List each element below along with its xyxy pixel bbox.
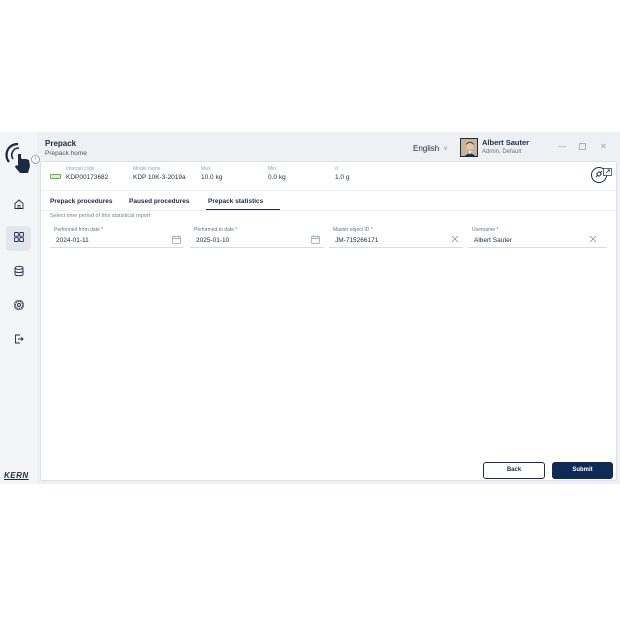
min-label: Min	[268, 166, 277, 172]
device-status-icon	[50, 174, 61, 179]
tab-prepack-procedures[interactable]: Prepack procedures	[50, 198, 113, 205]
field-label: Performed from date *	[54, 227, 104, 233]
sidebar-item-settings[interactable]	[6, 294, 31, 319]
calendar-icon[interactable]	[171, 234, 181, 244]
page-title: Prepack	[45, 139, 77, 148]
chevron-down-icon: ∨	[443, 146, 448, 152]
gear-icon	[13, 298, 25, 316]
model-name-label: Model name	[133, 166, 161, 172]
close-icon[interactable]: ✕	[600, 143, 607, 151]
grid-icon	[13, 230, 25, 248]
internal-code-label: Internal code	[66, 166, 95, 172]
d-label: d	[335, 166, 338, 172]
performed-from-date-field[interactable]: Performed from date * 2024-01-11	[50, 227, 184, 248]
model-name-info: Model name KDP 10K-3-2019a	[133, 166, 186, 181]
user-name: Albert Sauter	[482, 138, 530, 147]
sidebar-item-apps[interactable]	[6, 226, 31, 251]
field-value[interactable]: 2025-01-10	[196, 237, 229, 244]
field-label: Master object ID *	[333, 227, 373, 233]
logout-icon	[13, 332, 25, 350]
field-label: Performed to date *	[194, 227, 238, 233]
kern-logo: KERN	[4, 471, 29, 480]
field-value[interactable]: JM-715266171	[335, 237, 378, 244]
divider	[41, 210, 616, 211]
tab-paused-procedures[interactable]: Paused procedures	[129, 198, 189, 205]
form-hint: Select time period of this statistical r…	[50, 213, 151, 219]
master-object-id-field[interactable]: Master object ID * JM-715266171	[329, 227, 463, 248]
max-label: Max	[201, 166, 211, 172]
performed-to-date-field[interactable]: Performed to date * 2025-01-10	[190, 227, 324, 248]
language-select[interactable]: English ∨	[413, 144, 448, 153]
max-value: 10.0 kg	[201, 174, 223, 181]
tab-prepack-statistics[interactable]: Prepack statistics	[208, 198, 263, 205]
main-panel: Internal code KDP00173682 Model name KDP…	[40, 161, 617, 481]
user-role: Admin, Default	[482, 149, 522, 155]
d-info: d 1.0 g	[335, 166, 349, 181]
maximize-icon[interactable]	[579, 143, 586, 152]
model-name-value: KDP 10K-3-2019a	[133, 174, 186, 181]
sidebar-item-logout[interactable]	[6, 328, 31, 353]
internal-code-info: Internal code KDP00173682	[66, 166, 108, 181]
avatar[interactable]	[460, 138, 478, 157]
max-info: Max 10.0 kg	[201, 166, 222, 181]
divider	[41, 190, 616, 191]
collapse-sidebar-button[interactable]: ›	[31, 155, 40, 164]
clear-icon[interactable]	[588, 234, 598, 244]
field-value[interactable]: 2024-01-11	[56, 237, 89, 244]
d-value: 1.0 g	[335, 174, 350, 181]
home-icon	[13, 197, 25, 215]
min-value: 0.0 kg	[268, 174, 286, 181]
database-icon	[13, 264, 25, 282]
clear-icon[interactable]	[450, 234, 460, 244]
username-field[interactable]: Username * Albert Sauter	[468, 227, 607, 248]
field-label: Username *	[472, 227, 499, 233]
language-label: English	[413, 144, 440, 153]
calendar-icon[interactable]	[310, 234, 320, 244]
sidebar-item-database[interactable]	[6, 260, 31, 285]
breadcrumb[interactable]: Prepack home	[45, 150, 87, 157]
field-value[interactable]: Albert Sauter	[474, 237, 512, 244]
minimize-icon[interactable]: —	[558, 143, 566, 151]
submit-button[interactable]: Submit	[552, 462, 613, 479]
min-info: Min 0.0 kg	[268, 166, 286, 181]
sidebar: › KERN	[0, 132, 40, 484]
sidebar-item-home[interactable]	[6, 193, 31, 218]
internal-code-value: KDP00173682	[66, 174, 109, 181]
expand-icon[interactable]	[603, 163, 612, 176]
back-button[interactable]: Back	[483, 462, 545, 479]
app-window: › KERN Prepack Prepack home English ∨ Al…	[0, 132, 620, 484]
touch-logo-icon	[4, 140, 34, 176]
